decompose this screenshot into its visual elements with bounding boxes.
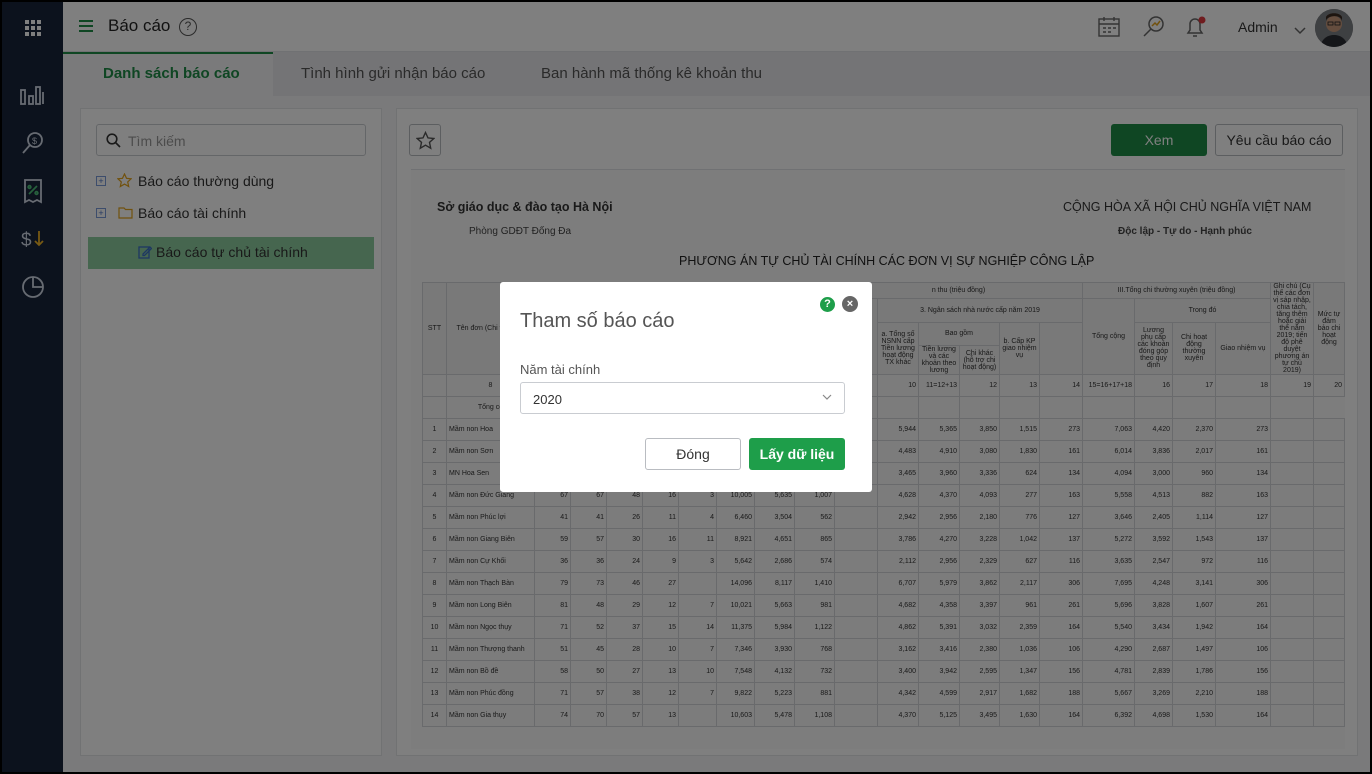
dialog-title: Tham số báo cáo [520, 310, 675, 332]
app-root: $ $ Báo cáo ? [2, 2, 1370, 772]
close-icon[interactable]: × [842, 296, 858, 312]
fiscal-year-select[interactable]: 2020 [520, 382, 845, 414]
chevron-down-icon [822, 394, 832, 400]
close-button[interactable]: Đóng [645, 438, 741, 470]
help-icon[interactable]: ? [820, 297, 835, 312]
fetch-data-button[interactable]: Lấy dữ liệu [749, 438, 845, 470]
fiscal-year-value: 2020 [533, 392, 562, 407]
report-params-dialog: Tham số báo cáo ? × Năm tài chính 2020 Đ… [500, 282, 872, 492]
fiscal-year-label: Năm tài chính [520, 362, 601, 377]
